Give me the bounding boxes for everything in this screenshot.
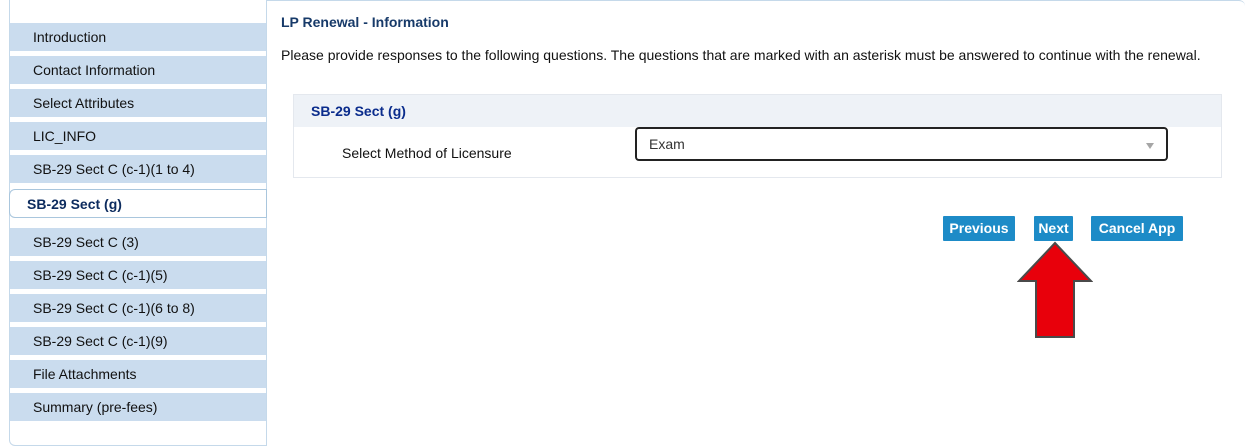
section-title: SB-29 Sect (g) [294, 95, 1221, 127]
sidebar-item-file-attachments[interactable]: File Attachments [10, 359, 266, 388]
licensure-method-select[interactable]: Exam [635, 127, 1168, 161]
sidebar-item-summary-pre-fees[interactable]: Summary (pre-fees) [10, 392, 266, 421]
previous-button[interactable]: Previous [943, 216, 1015, 241]
next-button[interactable]: Next [1034, 216, 1073, 241]
cancel-app-button[interactable]: Cancel App [1091, 216, 1183, 241]
sidebar-item-contact-information[interactable]: Contact Information [10, 55, 266, 84]
sidebar-item-lic-info[interactable]: LIC_INFO [10, 121, 266, 150]
sidebar-item-introduction[interactable]: Introduction [10, 22, 266, 51]
intro-text: Please provide responses to the followin… [281, 47, 1201, 63]
sidebar-item-sb29-c1-6-to-8[interactable]: SB-29 Sect C (c-1)(6 to 8) [10, 293, 266, 322]
sidebar-item-sb29-c1-5[interactable]: SB-29 Sect C (c-1)(5) [10, 260, 266, 289]
question-panel: SB-29 Sect (g) Select Method of Licensur… [293, 94, 1222, 178]
page-title: LP Renewal - Information [281, 14, 449, 30]
main-panel-border [267, 0, 1245, 12]
sidebar-item-sb29-c1-1-to-4[interactable]: SB-29 Sect C (c-1)(1 to 4) [10, 154, 266, 183]
licensure-method-value: Exam [649, 136, 685, 152]
chevron-down-icon [1146, 143, 1154, 149]
sidebar-item-select-attributes[interactable]: Select Attributes [10, 88, 266, 117]
red-up-arrow-icon [1017, 241, 1093, 338]
sidebar-item-sb29-sect-g[interactable]: SB-29 Sect (g) [9, 189, 267, 218]
sidebar-item-sb29-c1-9[interactable]: SB-29 Sect C (c-1)(9) [10, 326, 266, 355]
licensure-method-label: Select Method of Licensure [342, 145, 512, 161]
sidebar-item-sb29-c3[interactable]: SB-29 Sect C (3) [10, 227, 266, 256]
